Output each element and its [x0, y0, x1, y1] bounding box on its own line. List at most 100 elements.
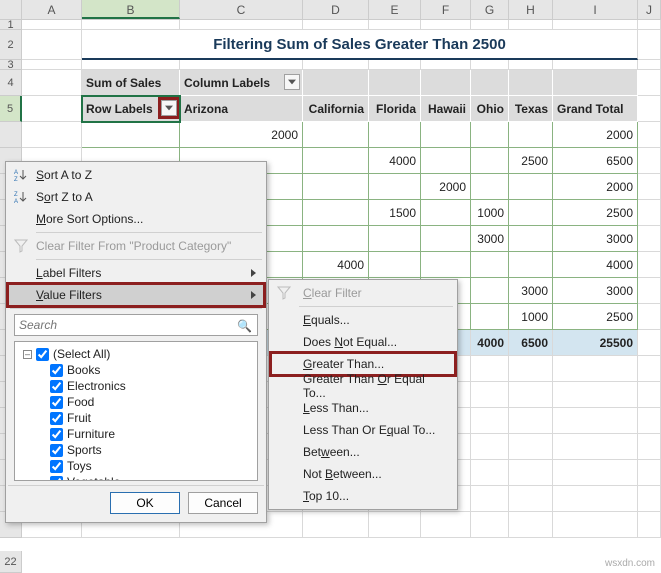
filter-checkbox[interactable] [50, 364, 63, 377]
data-cell[interactable] [471, 148, 509, 174]
filter-item[interactable]: Sports [19, 442, 253, 458]
data-cell[interactable]: 3000 [553, 226, 638, 252]
col-grand-total[interactable]: Grand Total [553, 96, 638, 122]
row-header-3[interactable]: 3 [0, 60, 22, 70]
row-header-5[interactable]: 5 [0, 96, 22, 122]
col-header-I[interactable]: I [553, 0, 638, 19]
filter-not-between[interactable]: Not Between... [271, 463, 455, 485]
row-header[interactable] [0, 122, 22, 148]
filter-item[interactable]: Electronics [19, 378, 253, 394]
filter-checkbox[interactable] [50, 396, 63, 409]
data-cell[interactable] [421, 200, 471, 226]
col-header-E[interactable]: E [369, 0, 421, 19]
data-cell[interactable]: 4000 [553, 252, 638, 278]
expand-icon[interactable]: – [23, 350, 32, 359]
data-cell[interactable]: 2000 [553, 174, 638, 200]
data-cell[interactable] [471, 174, 509, 200]
data-cell[interactable]: 2500 [553, 200, 638, 226]
col-header-C[interactable]: C [180, 0, 303, 19]
cancel-button[interactable]: Cancel [188, 492, 258, 514]
data-cell[interactable] [303, 226, 369, 252]
sort-z-to-a[interactable]: ZA Sort Z to A [8, 186, 264, 208]
data-cell[interactable] [421, 252, 471, 278]
row-header-1[interactable]: 1 [0, 20, 22, 30]
value-filters[interactable]: Value Filters [8, 284, 264, 306]
col-header-J[interactable]: J [638, 0, 661, 19]
filter-item[interactable]: Furniture [19, 426, 253, 442]
col-florida[interactable]: Florida [369, 96, 421, 122]
data-cell[interactable] [509, 122, 553, 148]
data-cell[interactable] [303, 174, 369, 200]
data-cell[interactable] [421, 122, 471, 148]
data-cell[interactable] [369, 174, 421, 200]
data-cell[interactable]: 3000 [553, 278, 638, 304]
filter-checkbox[interactable] [50, 444, 63, 457]
row-header-22[interactable]: 22 [0, 551, 22, 573]
row-header-2[interactable]: 2 [0, 30, 22, 60]
col-header-H[interactable]: H [509, 0, 553, 19]
data-cell[interactable] [369, 252, 421, 278]
column-labels-header[interactable]: Column Labels [180, 70, 303, 96]
data-cell[interactable]: 4000 [303, 252, 369, 278]
filter-top-10[interactable]: Top 10... [271, 485, 455, 507]
filter-item[interactable]: Food [19, 394, 253, 410]
data-cell[interactable]: 3000 [471, 226, 509, 252]
filter-item[interactable]: Vegetable [19, 474, 253, 481]
filter-item[interactable]: Toys [19, 458, 253, 474]
col-california[interactable]: California [303, 96, 369, 122]
data-cell[interactable]: 6500 [553, 148, 638, 174]
filter-between[interactable]: Between... [271, 441, 455, 463]
data-cell[interactable] [421, 148, 471, 174]
grand-total-cell[interactable]: 6500 [509, 330, 553, 356]
data-cell[interactable] [471, 278, 509, 304]
filter-not-equal[interactable]: Does Not Equal... [271, 331, 455, 353]
data-cell[interactable] [509, 200, 553, 226]
data-cell[interactable] [471, 122, 509, 148]
sort-a-to-z[interactable]: AZ Sort A to Z [8, 164, 264, 186]
data-cell[interactable] [303, 148, 369, 174]
data-cell[interactable] [369, 122, 421, 148]
filter-lte[interactable]: Less Than Or Equal To... [271, 419, 455, 441]
grand-total-cell[interactable]: 4000 [471, 330, 509, 356]
data-cell[interactable]: 1000 [471, 200, 509, 226]
data-cell[interactable]: 2000 [553, 122, 638, 148]
data-cell[interactable]: 4000 [369, 148, 421, 174]
col-header-G[interactable]: G [471, 0, 509, 19]
data-cell[interactable] [421, 226, 471, 252]
data-cell[interactable]: 3000 [509, 278, 553, 304]
col-arizona[interactable]: Arizona [180, 96, 303, 122]
col-header-A[interactable]: A [22, 0, 82, 19]
filter-checkbox[interactable] [50, 460, 63, 473]
data-cell[interactable] [369, 226, 421, 252]
col-header-B[interactable]: B [82, 0, 180, 19]
data-cell[interactable] [509, 226, 553, 252]
filter-item[interactable]: Fruit [19, 410, 253, 426]
data-cell[interactable]: 2000 [180, 122, 303, 148]
filter-item[interactable]: Books [19, 362, 253, 378]
sum-of-sales-header[interactable]: Sum of Sales [82, 70, 180, 96]
label-filters[interactable]: Label Filters [8, 262, 264, 284]
data-cell[interactable]: 1000 [509, 304, 553, 330]
row-label-cell[interactable] [82, 122, 180, 148]
filter-less-than[interactable]: Less Than... [271, 397, 455, 419]
col-header-F[interactable]: F [421, 0, 471, 19]
filter-equals[interactable]: Equals... [271, 309, 455, 331]
data-cell[interactable] [303, 122, 369, 148]
data-cell[interactable] [509, 252, 553, 278]
filter-checkbox[interactable] [50, 476, 63, 482]
data-cell[interactable]: 2000 [421, 174, 471, 200]
ok-button[interactable]: OK [110, 492, 180, 514]
filter-item[interactable]: –(Select All) [19, 346, 253, 362]
data-cell[interactable] [509, 174, 553, 200]
row-labels-filter-button[interactable] [161, 100, 177, 116]
data-cell[interactable]: 2500 [553, 304, 638, 330]
filter-checklist[interactable]: –(Select All)BooksElectronicsFoodFruitFu… [14, 341, 258, 481]
col-hawaii[interactable]: Hawaii [421, 96, 471, 122]
data-cell[interactable] [471, 304, 509, 330]
row-header-4[interactable]: 4 [0, 70, 22, 96]
grand-total-cell[interactable]: 25500 [553, 330, 638, 356]
column-labels-filter-button[interactable] [284, 74, 300, 90]
filter-checkbox[interactable] [50, 428, 63, 441]
row-labels-header[interactable]: Row Labels [82, 96, 180, 122]
filter-checkbox[interactable] [50, 412, 63, 425]
